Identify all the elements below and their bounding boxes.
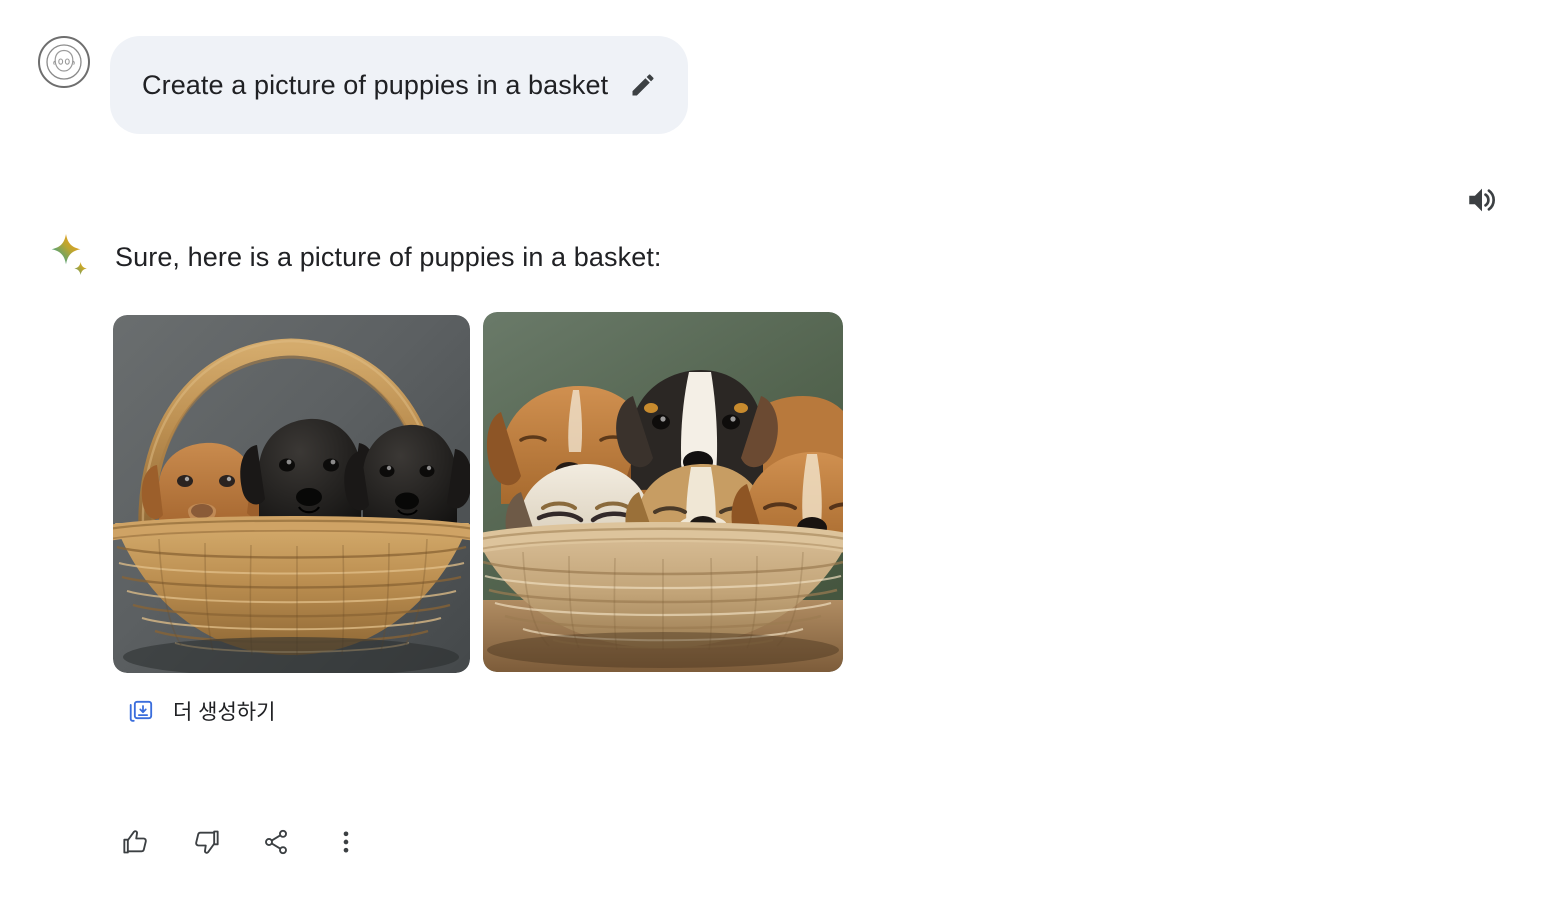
pencil-edit-icon[interactable]	[628, 70, 658, 100]
prompt-bubble: Create a picture of puppies in a basket	[110, 36, 689, 134]
add-photo-library-icon	[127, 698, 155, 726]
more-vert-icon	[332, 828, 360, 861]
share-icon	[262, 828, 290, 861]
generated-image-1[interactable]	[113, 315, 470, 673]
sparkle-icon	[47, 232, 95, 282]
thumb-down-icon	[192, 828, 220, 861]
thumb-up-icon	[122, 828, 150, 861]
assistant-response-row: Sure, here is a picture of puppies in a …	[47, 232, 662, 282]
share-button[interactable]	[252, 820, 300, 868]
volume-speaker-icon	[1465, 183, 1499, 222]
thumb-up-button[interactable]	[112, 820, 160, 868]
generate-more-button[interactable]: 더 생성하기	[127, 698, 275, 726]
assistant-response-text: Sure, here is a picture of puppies in a …	[115, 242, 662, 272]
generated-image-2[interactable]	[483, 312, 843, 672]
more-options-button[interactable]	[322, 820, 370, 868]
user-prompt-row: Create a picture of puppies in a basket	[38, 36, 689, 134]
volume-speaker-button[interactable]	[1462, 182, 1502, 222]
prompt-text: Create a picture of puppies in a basket	[142, 69, 609, 100]
generate-more-label: 더 생성하기	[173, 700, 276, 724]
thumb-down-button[interactable]	[182, 820, 230, 868]
response-action-bar	[112, 820, 370, 868]
generated-image-grid	[113, 312, 843, 673]
user-avatar-icon[interactable]	[38, 36, 90, 88]
